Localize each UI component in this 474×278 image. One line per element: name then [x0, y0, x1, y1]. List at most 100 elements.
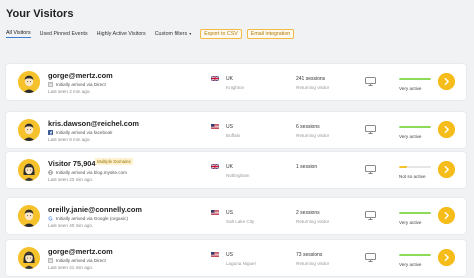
arrival-source: Initially arrived via facebook	[48, 129, 112, 135]
activity-bar	[399, 78, 431, 80]
page-title: Your Visitors	[6, 8, 74, 20]
activity-bar-fill	[399, 254, 431, 256]
us-flag-icon	[211, 252, 219, 257]
tab-highly-active-visitors[interactable]: Highly Active Visitors	[97, 31, 146, 37]
desktop-icon	[365, 165, 376, 174]
activity-bar-fill	[399, 212, 431, 214]
multiple-domains-badge: Multiple Domains	[95, 158, 133, 165]
arrival-source: Initially arrived via Direct	[48, 81, 106, 87]
visitor-name[interactable]: gorge@mertz.com	[48, 71, 113, 80]
activity-bar	[399, 254, 431, 256]
arrival-source-text: Initially arrived via blog.mysite.com	[56, 169, 127, 175]
custom-filters-dropdown[interactable]: Custom filters ▾	[155, 31, 192, 37]
city: Knighton	[226, 85, 245, 90]
session-count: 1 session	[296, 164, 318, 170]
chevron-right-icon	[438, 249, 455, 266]
visitor-card[interactable]: gorge@mertz.com Initially arrived via Di…	[6, 240, 466, 276]
open-visitor-button[interactable]	[438, 161, 455, 178]
desktop-icon	[365, 211, 376, 220]
tab-all-visitors[interactable]: All Visitors	[6, 30, 31, 38]
google-icon	[48, 215, 53, 221]
visitor-type: Returning visitor	[296, 85, 330, 90]
session-count: 6 sessions	[296, 124, 320, 130]
city: Salt Lake City	[226, 219, 255, 224]
activity-bar	[399, 126, 431, 128]
activity-bar	[399, 166, 431, 168]
chevron-right-icon	[438, 207, 455, 224]
session-count: 2 sessions	[296, 210, 320, 216]
desktop-icon	[365, 77, 376, 86]
country-code: US	[226, 252, 233, 258]
country-code: US	[226, 124, 233, 130]
us-flag-icon	[211, 124, 219, 129]
visitor-type: Returning visitor	[296, 133, 330, 138]
export-csv-button[interactable]: Export to CSV	[200, 29, 242, 39]
last-seen: Last seen 41 min ago.	[48, 265, 94, 270]
open-visitor-button[interactable]	[438, 249, 455, 266]
avatar	[18, 247, 40, 269]
session-count: 73 sessions	[296, 252, 323, 258]
arrival-source-text: Initially arrived via Direct	[56, 257, 106, 263]
city: Buffalo	[226, 133, 241, 138]
visitors-page: Your Visitors All Visitors Used Pinned E…	[0, 0, 474, 278]
us-flag-icon	[211, 210, 219, 215]
visitor-card[interactable]: Visitor 75,904 Multiple Domains Initiall…	[6, 152, 466, 188]
activity-bar-fill	[399, 78, 431, 80]
country-code: UK	[226, 76, 233, 82]
arrival-source-text: Initially arrived via Google (organic)	[56, 215, 128, 221]
city: Nottingham	[226, 173, 250, 178]
activity-bar-fill	[399, 166, 407, 168]
arrival-source-text: Initially arrived via facebook	[56, 129, 113, 135]
last-seen: Last seen 40 min ago.	[48, 223, 94, 228]
visitor-name[interactable]: gorge@mertz.com	[48, 247, 113, 256]
last-seen: Last seen 8 min ago.	[48, 137, 91, 142]
arrival-source: Initially arrived via blog.mysite.com	[48, 169, 127, 175]
visitor-card[interactable]: kris.dawson@reichel.com Initially arrive…	[6, 112, 466, 148]
visitor-name[interactable]: oreilly.janie@connelly.com	[48, 205, 142, 214]
desktop-icon	[365, 125, 376, 134]
link-icon	[48, 169, 53, 175]
avatar	[18, 159, 40, 181]
uk-flag-icon	[211, 164, 219, 169]
direct-icon	[48, 81, 53, 87]
activity-label: Very active	[399, 262, 422, 267]
city: Laguna Niguel	[226, 261, 256, 266]
direct-icon	[48, 257, 53, 263]
last-seen: Last seen 2 min ago.	[48, 89, 91, 94]
arrival-source: Initially arrived via Google (organic)	[48, 215, 128, 221]
filter-bar: All Visitors Used Pinned Events Highly A…	[6, 28, 468, 40]
arrival-source: Initially arrived via Direct	[48, 257, 106, 263]
open-visitor-button[interactable]	[438, 207, 455, 224]
activity-bar-fill	[399, 126, 431, 128]
email-integration-button[interactable]: Email integration	[246, 29, 295, 39]
visitor-type: Returning visitor	[296, 219, 330, 224]
chevron-right-icon	[438, 121, 455, 138]
visitor-card[interactable]: oreilly.janie@connelly.com Initially arr…	[6, 198, 466, 234]
arrival-source-text: Initially arrived via Direct	[56, 81, 106, 87]
chevron-right-icon	[438, 161, 455, 178]
chevron-right-icon	[438, 73, 455, 90]
avatar	[18, 205, 40, 227]
activity-bar	[399, 212, 431, 214]
chevron-down-icon: ▾	[188, 31, 192, 36]
open-visitor-button[interactable]	[438, 121, 455, 138]
session-count: 241 sessions	[296, 76, 326, 82]
visitor-name[interactable]: Visitor 75,904	[48, 159, 96, 168]
uk-flag-icon	[211, 76, 219, 81]
visitor-name[interactable]: kris.dawson@reichel.com	[48, 119, 139, 128]
last-seen: Last seen 23 min ago.	[48, 177, 94, 182]
visitor-card[interactable]: gorge@mertz.com Initially arrived via Di…	[6, 64, 466, 100]
activity-label: Very active	[399, 134, 422, 139]
country-code: UK	[226, 164, 233, 170]
activity-label: Very active	[399, 220, 422, 225]
visitor-type: Returning visitor	[296, 261, 330, 266]
avatar	[18, 119, 40, 141]
activity-label: Not so active	[399, 174, 426, 179]
country-code: US	[226, 210, 233, 216]
open-visitor-button[interactable]	[438, 73, 455, 90]
custom-filters-label: Custom filters	[154, 31, 188, 37]
desktop-icon	[365, 253, 376, 262]
activity-label: Very active	[399, 86, 422, 91]
facebook-icon	[48, 129, 53, 135]
tab-used-pinned-events[interactable]: Used Pinned Events	[40, 31, 88, 37]
